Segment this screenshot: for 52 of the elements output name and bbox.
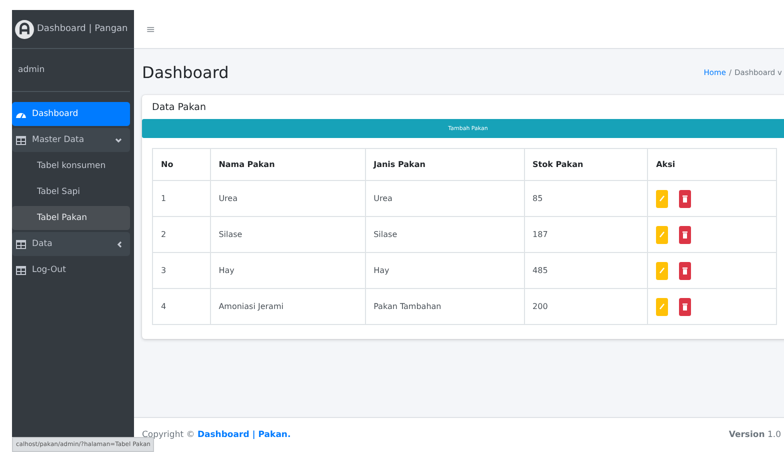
trash-icon	[682, 302, 688, 310]
trash-icon	[682, 194, 688, 202]
table-icon	[16, 266, 26, 274]
table-icon	[16, 240, 26, 248]
table-cell: Hay	[365, 252, 524, 288]
table-cell: Urea	[365, 180, 524, 216]
table-cell: 1	[152, 180, 210, 216]
sidebar-item[interactable]: Data	[12, 232, 130, 256]
user-name[interactable]: admin	[18, 65, 45, 75]
pencil-icon	[659, 267, 666, 274]
column-header: Aksi	[648, 148, 776, 180]
column-header: Nama Pakan	[210, 148, 366, 180]
table-cell: 187	[524, 216, 648, 252]
table-cell: Pakan Tambahan	[365, 288, 524, 324]
delete-button[interactable]	[679, 262, 692, 280]
sidebar-item[interactable]: Log-Out	[12, 258, 130, 282]
chevron-down-icon	[115, 138, 122, 142]
pencil-icon	[659, 303, 666, 310]
copyright-text: Copyright © Dashboard | Pakan.	[142, 430, 291, 440]
sidebar-subitem[interactable]: Tabel Sapi	[12, 180, 130, 204]
card-title: Data Pakan	[152, 102, 206, 112]
table-cell: 85	[524, 180, 648, 216]
table-cell: 4	[152, 288, 210, 324]
table-cell: Silase	[365, 216, 524, 252]
table-cell: 485	[524, 252, 648, 288]
trash-icon	[682, 266, 688, 274]
table-cell: 200	[524, 288, 648, 324]
sidebar-item[interactable]: Dashboard	[12, 102, 130, 126]
column-header: No	[152, 148, 210, 180]
table-cell: 3	[152, 252, 210, 288]
page-title: Dashboard	[142, 62, 229, 82]
table-cell: Hay	[210, 252, 366, 288]
brand-title[interactable]: Dashboard | Pangan	[37, 24, 128, 34]
sidebar-subitem[interactable]: Tabel Pakan	[12, 206, 130, 230]
table-icon	[16, 136, 26, 144]
sidebar-item[interactable]: Master Data	[12, 128, 130, 152]
trash-icon	[682, 230, 688, 238]
brand-logo-icon	[15, 20, 34, 38]
table-cell: Amoniasi Jerami	[210, 288, 366, 324]
version-text: Version 1.0	[728, 430, 781, 440]
sidebar-subitem[interactable]: Tabel konsumen	[12, 154, 130, 178]
pencil-icon	[659, 195, 666, 202]
column-header: Stok Pakan	[524, 148, 648, 180]
delete-button[interactable]	[679, 298, 692, 316]
table-cell: 2	[152, 216, 210, 252]
column-header: Janis Pakan	[365, 148, 524, 180]
pencil-icon	[659, 231, 666, 238]
delete-button[interactable]	[679, 226, 692, 244]
table-cell: Silase	[210, 216, 366, 252]
delete-button[interactable]	[679, 190, 692, 208]
table-cell: Urea	[210, 180, 366, 216]
chevron-left-icon	[117, 240, 122, 248]
